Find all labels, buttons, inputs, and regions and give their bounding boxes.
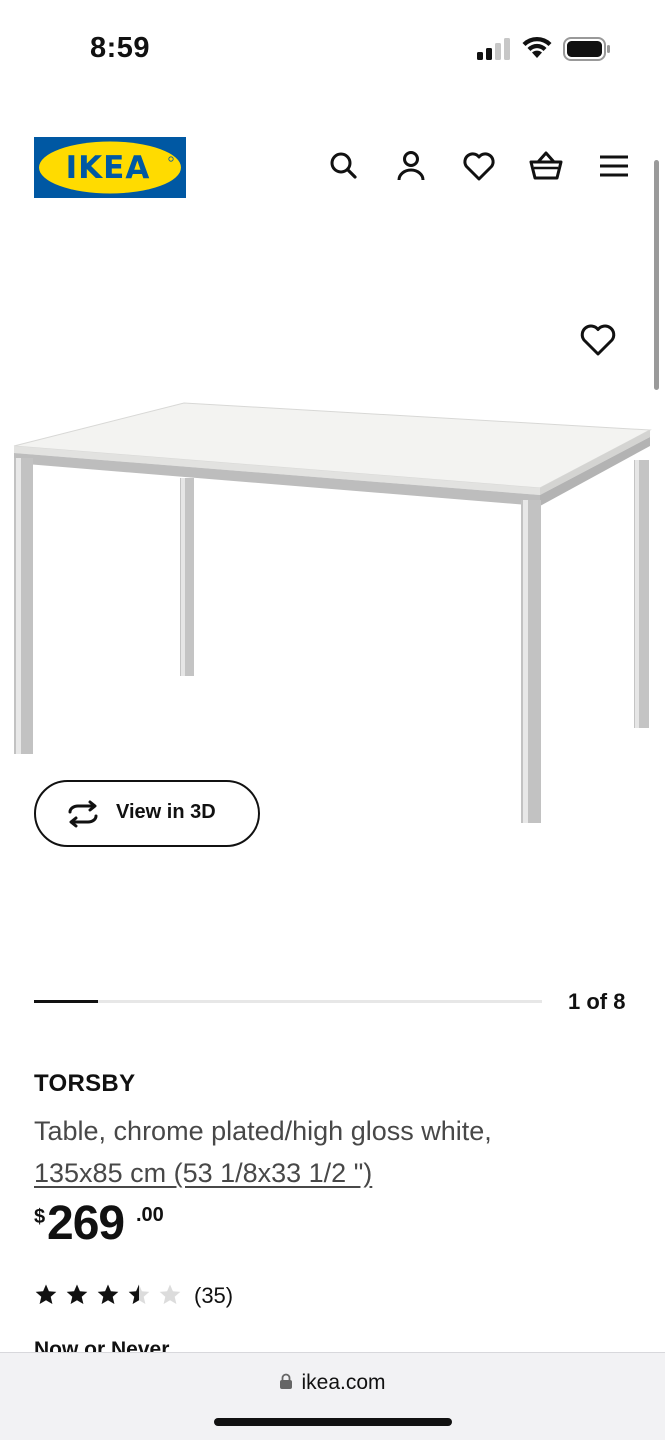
gallery-progress-bar[interactable] (34, 1000, 542, 1003)
gallery-progress-fill (34, 1000, 98, 1003)
product-description: Table, chrome plated/high gloss white, (34, 1116, 492, 1146)
rating-star-icon (66, 1284, 88, 1304)
cart-icon[interactable] (528, 148, 564, 184)
lock-icon (280, 1373, 293, 1389)
site-header: IKEA (0, 130, 665, 210)
view-in-3d-label: View in 3D (116, 801, 216, 823)
cellular-signal-icon (477, 38, 510, 60)
heart-icon[interactable] (461, 148, 497, 184)
status-time: 8:59 (90, 32, 151, 64)
product-name: TORSBY (34, 1070, 136, 1097)
view-in-3d-button[interactable]: View in 3D (34, 780, 260, 847)
price-integer: 269 (47, 1197, 125, 1250)
rating-star-icon (159, 1284, 181, 1304)
ikea-logo[interactable]: IKEA (34, 137, 186, 198)
search-icon[interactable] (326, 148, 362, 184)
gallery-counter: 1 of 8 (568, 989, 626, 1014)
product-size-link[interactable]: 135x85 cm (53 1/8x33 1/2 ") (34, 1158, 372, 1188)
url-text: ikea.com (301, 1371, 386, 1394)
battery-icon (563, 37, 610, 61)
menu-icon[interactable] (596, 148, 632, 184)
home-indicator[interactable] (214, 1418, 452, 1426)
product-description-block: Table, chrome plated/high gloss white, 1… (34, 1110, 634, 1194)
url-field[interactable]: ikea.com (0, 1371, 665, 1395)
rotate-3d-icon (68, 800, 98, 828)
svg-text:IKEA: IKEA (66, 150, 151, 186)
price-decimal: .00 (136, 1204, 164, 1226)
rating-star-icon (35, 1284, 57, 1304)
add-to-favorites-icon[interactable] (578, 320, 618, 360)
status-bar: 8:59 (0, 0, 665, 100)
wifi-icon (522, 36, 552, 58)
user-icon[interactable] (393, 148, 429, 184)
price-currency: $ (34, 1206, 46, 1228)
rating-star-icon (128, 1284, 150, 1304)
product-image[interactable] (0, 220, 665, 980)
rating-count: (35) (194, 1283, 234, 1308)
rating-star-icon (97, 1284, 119, 1304)
browser-address-bar: ikea.com (0, 1352, 665, 1440)
